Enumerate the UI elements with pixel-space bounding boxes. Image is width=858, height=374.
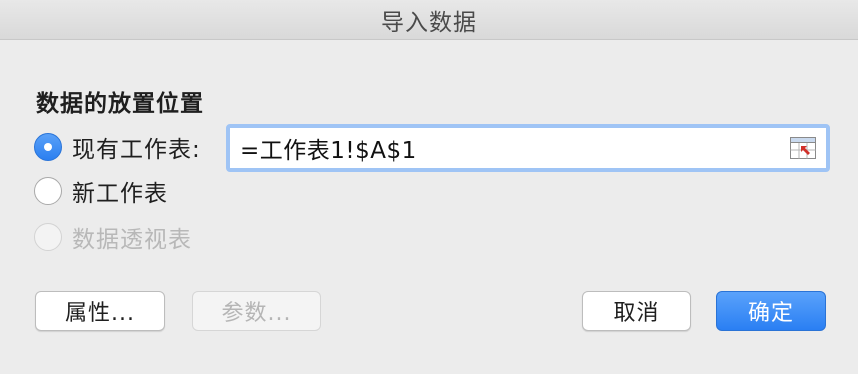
existing-sheet-option[interactable]: 现有工作表:	[34, 130, 201, 164]
section-title: 数据的放置位置	[36, 91, 204, 117]
existing-sheet-label: 现有工作表:	[72, 137, 201, 163]
parameters-button: 参数...	[192, 291, 321, 331]
collapse-dialog-icon[interactable]	[790, 137, 816, 159]
ok-button[interactable]: 确定	[716, 291, 826, 331]
cancel-button[interactable]: 取消	[582, 291, 691, 331]
pivot-table-radio	[34, 223, 62, 251]
new-sheet-radio[interactable]	[34, 177, 62, 205]
cell-reference-field[interactable]	[226, 124, 830, 172]
new-sheet-option[interactable]: 新工作表	[34, 174, 168, 208]
existing-sheet-radio[interactable]	[34, 133, 62, 161]
properties-button[interactable]: 属性...	[35, 291, 165, 331]
new-sheet-label: 新工作表	[72, 181, 168, 207]
pivot-table-option: 数据透视表	[34, 220, 192, 254]
cell-reference-input[interactable]	[230, 134, 782, 162]
window-title: 导入数据	[0, 0, 858, 40]
pivot-table-label: 数据透视表	[72, 227, 192, 253]
import-data-dialog: 导入数据 数据的放置位置 现有工作表: 新工作表 数据透视表 属性... 参数.…	[0, 0, 858, 374]
